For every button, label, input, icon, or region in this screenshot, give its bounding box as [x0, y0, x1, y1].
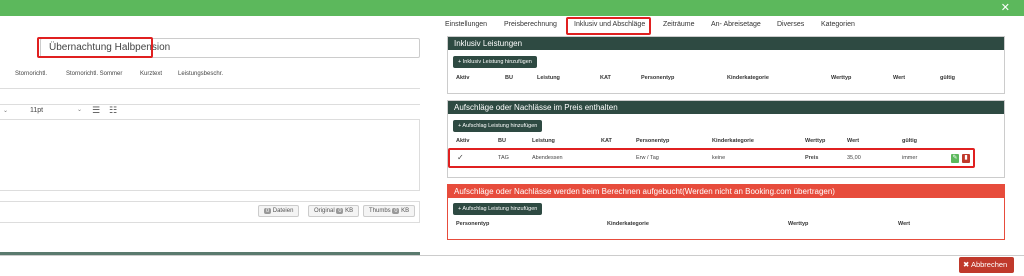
cell-kinderkategorie: keine — [712, 155, 726, 161]
tab-diverses[interactable]: Diverses — [777, 21, 804, 28]
col-stornorichtl: Stornorichtl. — [15, 71, 48, 77]
col-kurztext: Kurztext — [140, 71, 163, 77]
font-size-select[interactable]: 11pt — [30, 107, 43, 114]
section-title: Aufschläge oder Nachlässe werden beim Be… — [448, 185, 1004, 198]
add-aufschlag-berechnen-button[interactable]: + Aufschlag Leistung hinzufügen — [453, 203, 543, 215]
divider — [0, 104, 420, 105]
top-bar: ✕ — [0, 0, 1024, 16]
numbered-list-icon[interactable]: ☷ — [109, 105, 117, 116]
col-stornorichtl-sommer: Stornorichtl. Sommer — [66, 71, 123, 77]
th-leistung: Leistung — [532, 138, 555, 144]
th-wert: Wert — [893, 75, 906, 81]
tab-preisberechnung[interactable]: Preisberechnung — [504, 21, 557, 28]
th-personentyp: Personentyp — [641, 75, 675, 81]
tab-an-abreisetage[interactable]: An- Abreisetage — [711, 21, 761, 28]
section-title: Aufschläge oder Nachlässe im Preis entha… — [448, 101, 1004, 114]
delete-icon[interactable]: ▮ — [962, 154, 970, 163]
th-aktiv: Aktiv — [456, 138, 470, 144]
cell-wert: 35,00 — [847, 155, 861, 161]
th-kat: KAT — [601, 138, 612, 144]
cancel-button[interactable]: ✖ Abbrechen — [959, 257, 1014, 273]
edit-icon[interactable]: ✎ — [951, 154, 959, 163]
th-werttyp: Werttyp — [805, 138, 826, 144]
cell-werttyp: Preis — [805, 155, 819, 161]
tab-zeitraeume[interactable]: Zeiträume — [663, 21, 695, 28]
cell-gueltig: immer — [902, 155, 918, 161]
th-wert: Wert — [898, 221, 911, 227]
check-icon: ✓ — [457, 153, 464, 162]
th-bu: BU — [505, 75, 513, 81]
close-icon[interactable]: ✕ — [1001, 1, 1010, 14]
th-werttyp: Werttyp — [788, 221, 809, 227]
th-wert: Wert — [847, 138, 860, 144]
th-aktiv: Aktiv — [456, 75, 470, 81]
footer-divider — [0, 255, 1024, 256]
tab-kategorien[interactable]: Kategorien — [821, 21, 855, 28]
th-gueltig: gültig — [902, 138, 917, 144]
cell-personentyp: Erw / Tag — [636, 155, 659, 161]
th-kinderkategorie: Kinderkategorie — [727, 75, 769, 81]
th-werttyp: Werttyp — [831, 75, 852, 81]
section-title: Inklusiv Leistungen — [448, 37, 1004, 50]
th-kat: KAT — [600, 75, 611, 81]
bullet-list-icon[interactable]: ☰ — [92, 105, 100, 116]
divider — [0, 88, 420, 89]
th-leistung: Leistung — [537, 75, 560, 81]
active-tab-highlight — [566, 17, 651, 35]
th-kinderkategorie: Kinderkategorie — [607, 221, 649, 227]
tab-einstellungen[interactable]: Einstellungen — [445, 21, 487, 28]
editor-area[interactable] — [0, 119, 420, 191]
original-button[interactable]: Original 0 KB — [308, 205, 360, 217]
thumbs-button[interactable]: Thumbs 0 KB — [363, 205, 416, 217]
th-gueltig: gültig — [940, 75, 955, 81]
left-panel: Übernachtung Halbpension Stornorichtl. S… — [0, 16, 428, 256]
col-leistungsbeschr: Leistungsbeschr. — [178, 71, 224, 77]
chevron-down-icon[interactable]: ⌄ — [77, 106, 82, 113]
th-personentyp: Personentyp — [636, 138, 670, 144]
cell-bu: TAG — [498, 155, 509, 161]
name-highlight — [37, 37, 153, 58]
dateien-button[interactable]: 0 Dateien — [258, 205, 300, 217]
th-bu: BU — [498, 138, 506, 144]
editor-toolbar: ⌄ 11pt ⌄ ☰ ☷ — [0, 105, 420, 119]
add-aufschlag-button[interactable]: + Aufschlag Leistung hinzufügen — [453, 120, 543, 132]
cell-leistung: Abendessen — [532, 155, 563, 161]
tab-bar: Einstellungen Preisberechnung Inklusiv u… — [440, 16, 1010, 36]
th-kinderkategorie: Kinderkategorie — [712, 138, 754, 144]
add-inklusiv-button[interactable]: + Inklusiv Leistung hinzufügen — [453, 56, 537, 68]
th-personentyp: Personentyp — [456, 221, 490, 227]
dropdown-arrow-icon[interactable]: ⌄ — [3, 107, 8, 114]
